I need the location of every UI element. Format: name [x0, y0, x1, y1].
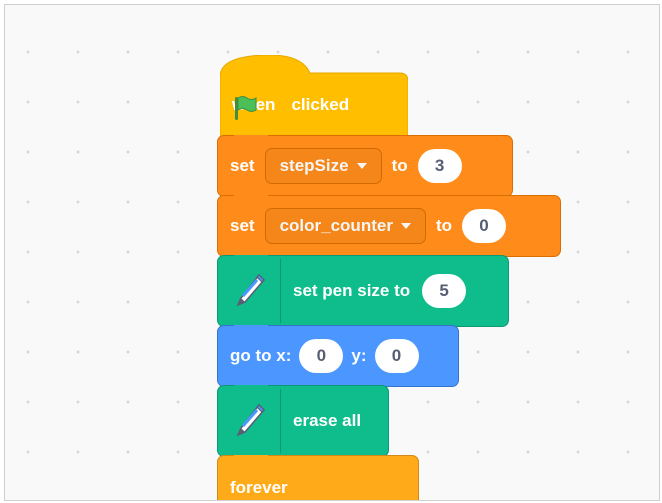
set-stepsize-block[interactable]: set stepSize to 3: [217, 135, 513, 197]
pen-icon: [220, 389, 281, 453]
y-label: y:: [351, 346, 367, 365]
variable-name: color_counter: [279, 216, 393, 235]
forever-label: forever: [230, 478, 288, 497]
pen-size-input[interactable]: 5: [422, 274, 467, 308]
clicked-label: clicked: [291, 95, 350, 114]
caret-down-icon: [400, 223, 411, 229]
variable-dropdown-stepsize[interactable]: stepSize: [264, 148, 382, 184]
set-label: set: [230, 216, 255, 235]
code-workspace[interactable]: when clicked set stepSize to 3 set color…: [4, 4, 660, 501]
x-input[interactable]: 0: [299, 339, 344, 373]
value-input-stepsize[interactable]: 3: [417, 149, 462, 183]
to-label: to: [391, 156, 408, 175]
set-pen-size-block[interactable]: set pen size to 5: [217, 255, 509, 327]
pen-icon: [220, 259, 281, 323]
forever-block[interactable]: forever: [217, 455, 419, 500]
set-label: set: [230, 156, 255, 175]
set-pen-size-label: set pen size to: [293, 281, 411, 300]
to-label: to: [435, 216, 452, 235]
erase-all-label: erase all: [293, 411, 362, 430]
erase-all-block[interactable]: erase all: [217, 385, 389, 457]
go-to-x-label: go to x:: [230, 346, 292, 365]
y-input[interactable]: 0: [374, 339, 419, 373]
go-to-xy-block[interactable]: go to x: 0 y: 0: [217, 325, 459, 387]
variable-name: stepSize: [279, 156, 349, 175]
when-flag-clicked-block[interactable]: when clicked: [220, 55, 408, 141]
caret-down-icon: [356, 163, 367, 169]
set-color-counter-block[interactable]: set color_counter to 0: [217, 195, 561, 257]
variable-dropdown-color-counter[interactable]: color_counter: [264, 208, 426, 244]
value-input-color-counter[interactable]: 0: [461, 209, 506, 243]
